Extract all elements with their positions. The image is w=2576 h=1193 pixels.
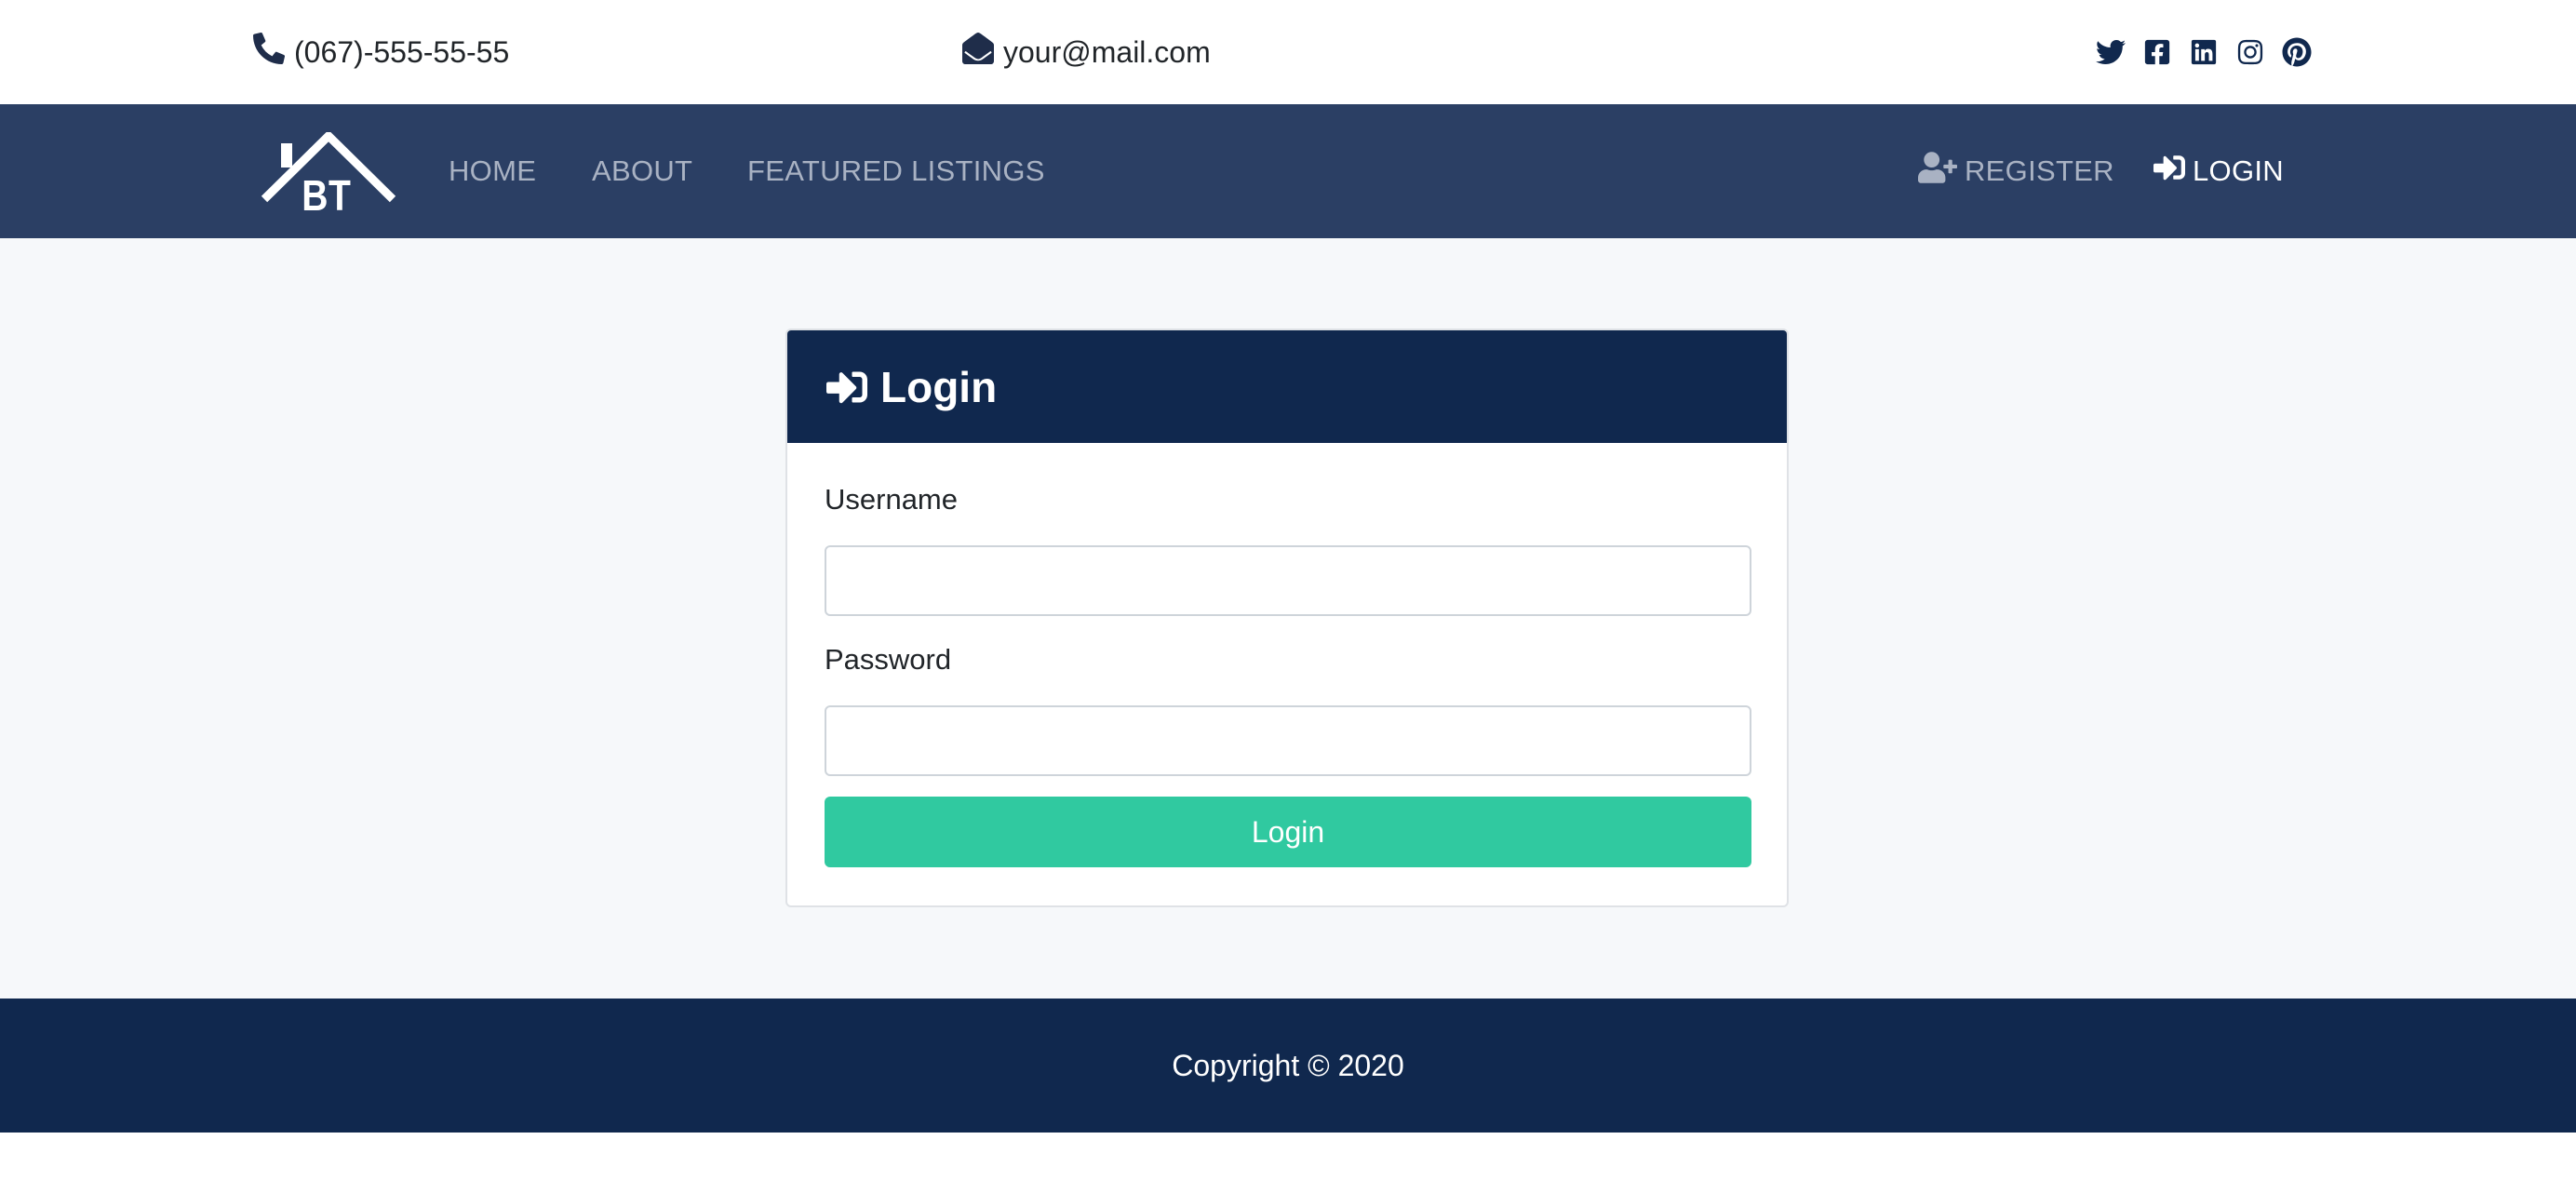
nav-register[interactable]: REGISTER (1918, 151, 2114, 192)
footer: Copyright © 2020 (0, 999, 2576, 1133)
sign-in-icon (2153, 152, 2193, 191)
login-card-header: Login (787, 330, 1787, 443)
login-card-title: Login (880, 362, 998, 411)
nav-about[interactable]: ABOUT (592, 151, 692, 192)
top-bar: (067)-555-55-55 your@mail.com (0, 0, 2576, 104)
nav-featured-listings[interactable]: FEATURED LISTINGS (747, 151, 1045, 192)
page-bottom-spacer (0, 1133, 2576, 1193)
password-input[interactable] (825, 705, 1751, 776)
social-links (2094, 32, 2314, 73)
nav-home[interactable]: HOME (449, 151, 536, 192)
login-card: Login Username Password Login (785, 328, 1789, 907)
nav-login[interactable]: LOGIN (2153, 151, 2284, 192)
copyright-text: Copyright © 2020 (1172, 1048, 1404, 1082)
linkedin-icon[interactable] (2187, 35, 2220, 69)
pinterest-icon[interactable] (2280, 35, 2314, 69)
facebook-icon[interactable] (2140, 35, 2174, 69)
sign-in-icon (825, 367, 869, 408)
brand-logo[interactable]: BT (261, 129, 396, 221)
envelope-open-icon (962, 32, 1003, 72)
instagram-icon[interactable] (2234, 35, 2267, 69)
user-plus-icon (1918, 152, 1965, 191)
login-submit-button[interactable]: Login (825, 797, 1751, 867)
phone-number: (067)-555-55-55 (294, 34, 510, 69)
contact-email: your@mail.com (962, 32, 1211, 73)
svg-text:BT: BT (302, 172, 351, 212)
main-content: Login Username Password Login (0, 238, 2576, 999)
nav-register-label: REGISTER (1965, 154, 2114, 187)
username-input[interactable] (825, 545, 1751, 616)
contact-phone: (067)-555-55-55 (253, 32, 509, 73)
username-label: Username (825, 483, 958, 516)
password-label: Password (825, 643, 952, 676)
twitter-icon[interactable] (2094, 35, 2127, 69)
main-navbar: BT HOME ABOUT FEATURED LISTINGS REGISTER… (0, 104, 2576, 238)
phone-icon (253, 33, 294, 72)
email-address: your@mail.com (1003, 34, 1211, 69)
nav-login-label: LOGIN (2193, 154, 2284, 187)
